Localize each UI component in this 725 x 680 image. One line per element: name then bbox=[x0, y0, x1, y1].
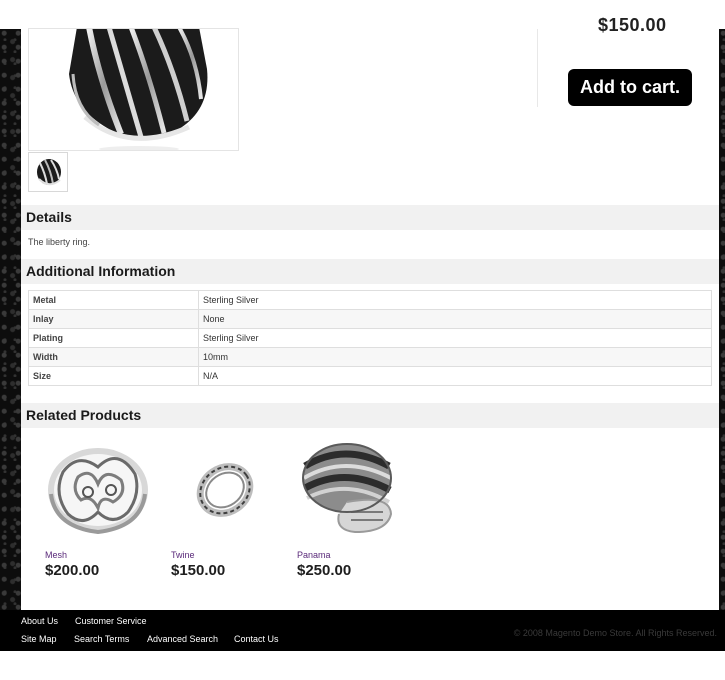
footer-link-customer-service[interactable]: Customer Service bbox=[75, 616, 147, 626]
attribute-value: None bbox=[198, 309, 712, 329]
table-row: Width 10mm bbox=[28, 347, 712, 367]
table-row: Inlay None bbox=[28, 309, 712, 329]
attribute-label: Plating bbox=[28, 328, 199, 348]
footer: About Us Customer Service Site Map Searc… bbox=[0, 610, 725, 651]
attribute-label: Size bbox=[28, 366, 199, 386]
attribute-value: 10mm bbox=[198, 347, 712, 367]
details-heading: Details bbox=[21, 205, 719, 230]
table-row: Plating Sterling Silver bbox=[28, 328, 712, 348]
related-products-heading: Related Products bbox=[21, 403, 719, 428]
related-product-image[interactable] bbox=[295, 432, 405, 542]
attribute-value: Sterling Silver bbox=[198, 290, 712, 310]
related-product-twine: Twine $150.00 bbox=[169, 432, 279, 579]
related-product-name[interactable]: Twine bbox=[171, 550, 195, 560]
copyright-notice: © 2008 Magento Demo Store. All Rights Re… bbox=[513, 628, 717, 638]
related-product-name[interactable]: Panama bbox=[297, 550, 331, 560]
attribute-value: Sterling Silver bbox=[198, 328, 712, 348]
product-thumbnail[interactable] bbox=[28, 152, 68, 192]
related-product-image[interactable] bbox=[169, 432, 279, 542]
table-row: Metal Sterling Silver bbox=[28, 290, 712, 310]
additional-info-heading: Additional Information bbox=[21, 259, 719, 284]
related-product-price: $200.00 bbox=[45, 562, 100, 579]
divider bbox=[537, 29, 538, 107]
footer-link-advanced-search[interactable]: Advanced Search bbox=[147, 634, 218, 644]
attribute-label: Width bbox=[28, 347, 199, 367]
add-to-cart-button[interactable]: Add to cart. bbox=[568, 69, 692, 106]
related-product-price: $250.00 bbox=[297, 562, 352, 579]
related-product-price: $150.00 bbox=[171, 562, 226, 579]
product-main-image[interactable] bbox=[28, 28, 239, 151]
related-product-mesh: Mesh $200.00 bbox=[43, 432, 153, 579]
additional-info-table: Metal Sterling Silver Inlay None Plating… bbox=[28, 290, 712, 386]
left-pattern-border bbox=[0, 29, 21, 610]
footer-link-site-map[interactable]: Site Map bbox=[21, 634, 57, 644]
related-product-image[interactable] bbox=[43, 432, 153, 542]
footer-link-about-us[interactable]: About Us bbox=[21, 616, 58, 626]
related-product-panama: Panama $250.00 bbox=[295, 432, 405, 579]
table-row: Size N/A bbox=[28, 366, 712, 386]
footer-link-contact-us[interactable]: Contact Us bbox=[234, 634, 279, 644]
right-pattern-border bbox=[719, 29, 725, 610]
product-price: $150.00 bbox=[598, 15, 667, 35]
details-description: The liberty ring. bbox=[28, 237, 91, 247]
attribute-label: Metal bbox=[28, 290, 199, 310]
attribute-value: N/A bbox=[198, 366, 712, 386]
attribute-label: Inlay bbox=[28, 309, 199, 329]
related-product-name[interactable]: Mesh bbox=[45, 550, 67, 560]
bottom-band bbox=[0, 651, 725, 680]
footer-link-search-terms[interactable]: Search Terms bbox=[74, 634, 129, 644]
product-page: $150.00 Add to cart. Details The liberty… bbox=[21, 15, 719, 610]
